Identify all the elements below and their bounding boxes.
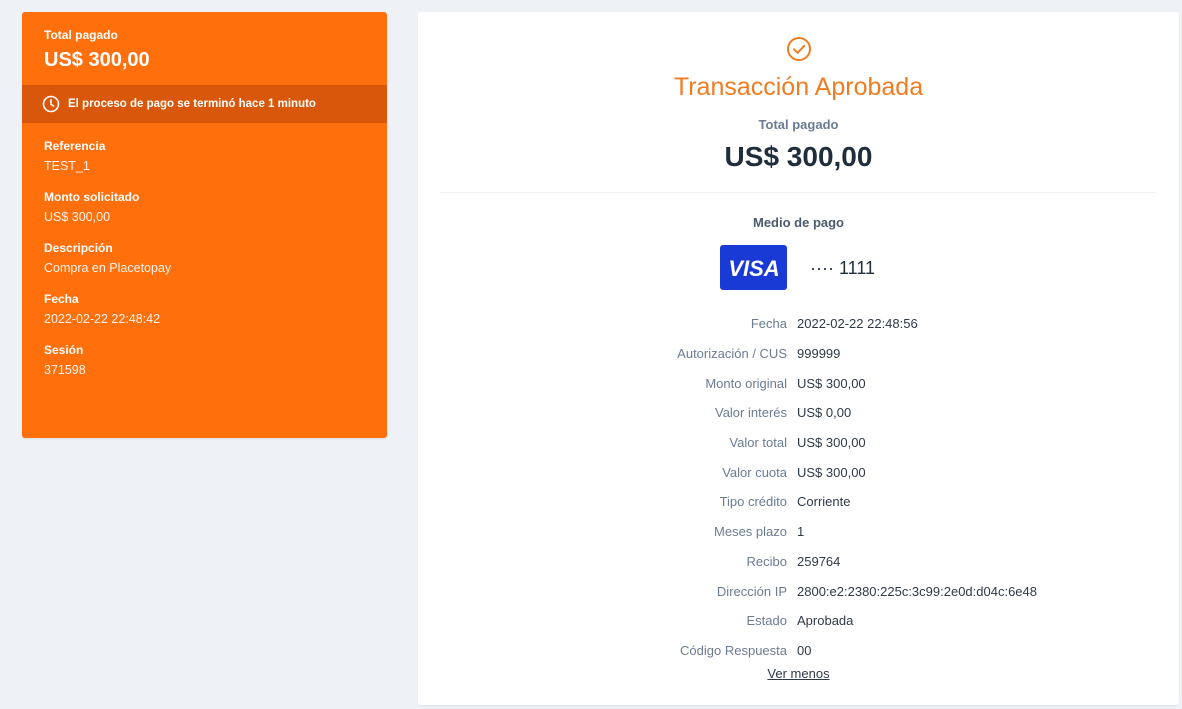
detail-row: Monto original US$ 300,00: [418, 368, 1179, 398]
transaction-detail-panel: Transacción Aprobada Total pagado US$ 30…: [418, 12, 1179, 705]
detail-value: US$ 300,00: [797, 435, 866, 451]
detail-label: Dirección IP: [716, 583, 787, 599]
detail-row: Recibo 259764: [418, 547, 1179, 577]
detail-value: Corriente: [797, 494, 851, 510]
detail-value: 00: [797, 642, 812, 658]
field-label: Referencia: [44, 139, 106, 153]
detail-value: 2800:e2:2380:225c:3c99:2e0d:d04c:6e48: [797, 583, 1037, 599]
detail-value: Aprobada: [797, 613, 854, 629]
detail-value: 259764: [797, 553, 841, 569]
field-descripcion: Descripción Compra en Placetopay: [22, 241, 387, 276]
detail-label: Fecha: [750, 316, 787, 332]
field-label: Descripción: [44, 241, 113, 255]
payment-summary-panel: Total pagado US$ 300,00 El proceso de pa…: [22, 12, 387, 438]
detail-value: 999999: [797, 346, 841, 362]
detail-label: Valor cuota: [722, 464, 787, 480]
summary-total-label: Total pagado: [44, 28, 118, 42]
detail-value: US$ 0,00: [797, 405, 852, 421]
detail-label: Valor interés: [714, 405, 787, 421]
check-circle-icon: [786, 36, 812, 62]
total-paid-amount: US$ 300,00: [724, 141, 873, 172]
process-status-bar: El proceso de pago se terminó hace 1 min…: [22, 85, 387, 123]
detail-row: Valor cuota US$ 300,00: [418, 457, 1179, 487]
field-value: TEST_1: [44, 159, 90, 173]
detail-row: Código Respuesta 00: [418, 636, 1179, 666]
process-status-text: El proceso de pago se terminó hace 1 min…: [68, 98, 316, 110]
visa-logo-text: VISA: [728, 256, 779, 281]
summary-total: Total pagado US$ 300,00: [22, 12, 387, 85]
detail-row: Estado Aprobada: [418, 606, 1179, 636]
field-value: US$ 300,00: [44, 210, 111, 224]
field-value: Compra en Placetopay: [44, 261, 172, 275]
field-label: Sesión: [44, 343, 84, 357]
detail-value: 1: [797, 524, 805, 540]
detail-label: Recibo: [746, 553, 787, 569]
detail-value: 2022-02-22 22:48:56: [797, 316, 918, 332]
detail-row: Dirección IP 2800:e2:2380:225c:3c99:2e0d:…: [418, 576, 1179, 606]
detail-row: Autorización / CUS 999999: [418, 339, 1179, 369]
field-referencia: Referencia TEST_1: [22, 139, 387, 174]
summary-total-amount: US$ 300,00: [44, 49, 150, 71]
detail-label: Meses plazo: [714, 524, 787, 540]
detail-label: Valor total: [729, 435, 787, 451]
detail-row: Valor total US$ 300,00: [418, 428, 1179, 458]
payment-method-label: Medio de pago: [753, 215, 844, 230]
field-fecha: Fecha 2022-02-22 22:48:42: [22, 292, 387, 327]
detail-value: US$ 300,00: [797, 464, 866, 480]
detail-row: Meses plazo 1: [418, 517, 1179, 547]
detail-row: Fecha 2022-02-22 22:48:56: [418, 309, 1179, 339]
field-monto-solicitado: Monto solicitado US$ 300,00: [22, 190, 387, 225]
transaction-status-title: Transacción Aprobada: [673, 73, 924, 101]
detail-row: Valor interés US$ 0,00: [418, 398, 1179, 428]
visa-logo: VISA: [720, 245, 787, 290]
ver-menos-link[interactable]: Ver menos: [418, 666, 1179, 681]
detail-label: Monto original: [705, 375, 787, 391]
field-label: Monto solicitado: [44, 190, 140, 204]
detail-value: US$ 300,00: [797, 375, 866, 391]
detail-label: Autorización / CUS: [677, 346, 787, 362]
detail-label: Estado: [746, 613, 787, 629]
transaction-details-list: Fecha 2022-02-22 22:48:56 Autorización / …: [418, 309, 1179, 665]
card-number: ···· 1111: [810, 258, 876, 278]
divider: [439, 192, 1156, 193]
detail-label: Tipo crédito: [719, 494, 787, 510]
field-label: Fecha: [44, 292, 79, 306]
clock-icon: [42, 95, 60, 113]
field-value: 371598: [44, 363, 86, 377]
field-sesion: Sesión 371598: [22, 343, 387, 378]
total-paid-label: Total pagado: [758, 117, 839, 132]
detail-row: Tipo crédito Corriente: [418, 487, 1179, 517]
field-value: 2022-02-22 22:48:42: [44, 312, 161, 326]
detail-label: Código Respuesta: [680, 642, 787, 658]
